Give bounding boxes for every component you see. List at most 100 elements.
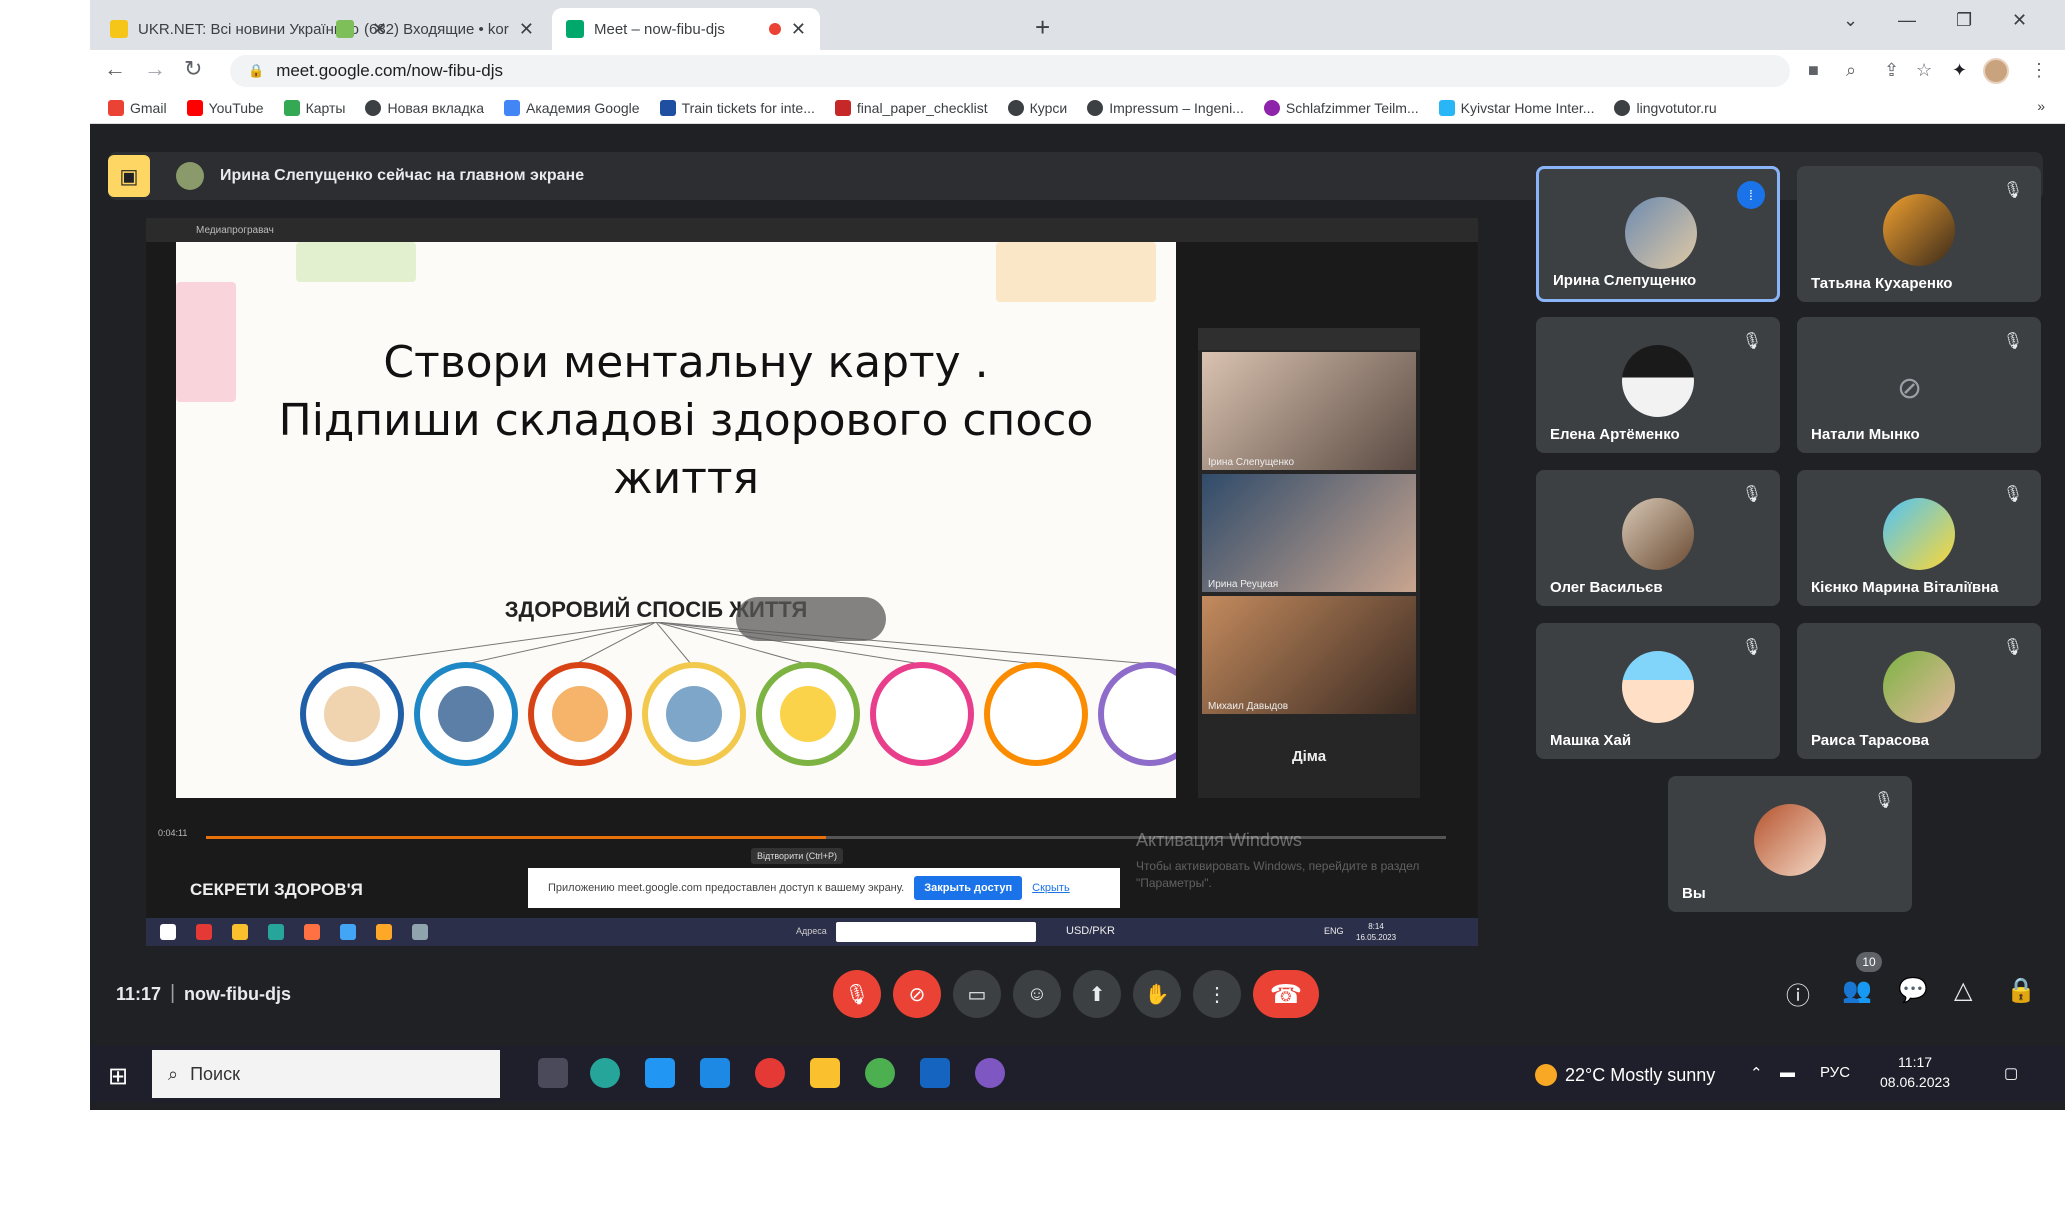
activities-icon[interactable]: △ — [1954, 976, 1972, 1005]
shop-icon — [1263, 99, 1280, 116]
host-controls-icon[interactable]: 🔒 — [2006, 976, 2036, 1005]
file-explorer-icon[interactable] — [810, 1058, 840, 1088]
globe-icon — [1007, 99, 1024, 116]
participant-tile[interactable]: ⊘ 🎙 Натали Мынко — [1797, 317, 2041, 453]
notifications-icon[interactable]: ▢ — [2004, 1064, 2018, 1082]
bookmark-youtube[interactable]: YouTube — [186, 99, 264, 116]
pip-controls[interactable] — [736, 597, 886, 641]
bookmark-checklist[interactable]: final_paper_checklist — [834, 99, 988, 116]
reload-icon[interactable]: ↻ — [184, 56, 202, 82]
bookmark-gmail[interactable]: Gmail — [108, 99, 167, 116]
chat-icon[interactable]: 💬 — [1898, 976, 1928, 1005]
mail-icon[interactable] — [700, 1058, 730, 1088]
minimize-icon[interactable]: — — [1898, 10, 1916, 31]
more-options-button[interactable]: ⋮ — [1193, 970, 1241, 1018]
academy-icon — [503, 99, 520, 116]
participant-tile[interactable]: ⁞ Ирина Слепущенко — [1536, 166, 1780, 302]
bookmark-lingvotutor[interactable]: lingvotutor.ru — [1614, 99, 1717, 116]
address-text: meet.google.com/now-fibu-djs — [276, 61, 503, 80]
self-avatar — [1754, 804, 1826, 876]
ukrnet-icon — [110, 20, 128, 38]
bookmark-maps[interactable]: Карты — [283, 99, 345, 116]
taskbar-clock[interactable]: 11:17 08.06.2023 — [1880, 1052, 1950, 1092]
camera-off-icon: ⊘ — [1897, 372, 1923, 405]
bookmark-kursy[interactable]: Курси — [1007, 99, 1067, 116]
network-icon[interactable]: ▬ — [1780, 1064, 1795, 1081]
mini-participants-panel: Ірина Слепущенко Ирина Реуцкая Михаил Да… — [1198, 328, 1420, 798]
close-window-icon[interactable]: ✕ — [2012, 10, 2027, 31]
camera-toggle-button[interactable]: ⊘ — [893, 970, 941, 1018]
bookmark-impressum[interactable]: Impressum – Ingeni... — [1087, 99, 1244, 116]
tray-chevron-icon[interactable]: ⌃ — [1750, 1064, 1763, 1082]
star-icon[interactable]: ☆ — [1916, 60, 1932, 81]
close-icon[interactable]: ✕ — [519, 19, 534, 40]
hide-notice-link[interactable]: Скрыть — [1032, 882, 1070, 894]
meeting-info-icon[interactable]: ⓘ — [1786, 976, 1810, 1011]
leave-call-button[interactable]: ☎ — [1253, 970, 1319, 1018]
participant-tile[interactable]: 🎙 Олег Васильєв — [1536, 470, 1780, 606]
forward-icon[interactable]: → — [144, 56, 166, 82]
tab-meet[interactable]: Meet – now-fibu-djs ✕ — [552, 8, 820, 50]
close-icon[interactable]: ✕ — [791, 19, 806, 40]
mail-icon — [340, 924, 356, 940]
self-tile[interactable]: 🎙 Вы — [1668, 776, 1912, 912]
new-tab-icon[interactable]: + — [1035, 12, 1050, 43]
maximize-icon[interactable]: ❐ — [1956, 10, 1972, 31]
chrome-icon[interactable] — [865, 1058, 895, 1088]
maps-icon — [283, 99, 300, 116]
hygiene-icon — [552, 686, 608, 742]
bookmark-schlafzimmer[interactable]: Schlafzimmer Teilm... — [1263, 99, 1419, 116]
people-icon[interactable]: 👥 — [1842, 976, 1872, 1005]
share-icon[interactable]: ⇪ — [1884, 60, 1899, 81]
participant-name: Машка Хай — [1550, 732, 1632, 749]
edge-icon[interactable] — [590, 1058, 620, 1088]
participant-avatar — [1622, 651, 1694, 723]
raise-hand-button[interactable]: ✋ — [1133, 970, 1181, 1018]
presentation-icon[interactable]: ▣ — [108, 155, 150, 197]
participant-avatar — [1622, 498, 1694, 570]
address-bar[interactable]: 🔒 meet.google.com/now-fibu-djs — [230, 55, 1790, 87]
mail-icon — [336, 20, 354, 38]
tab-search-icon[interactable]: ⌄ — [1843, 10, 1858, 31]
participant-tile[interactable]: 🎙 Кієнко Марина Віталіївна — [1797, 470, 2041, 606]
reactions-button[interactable]: ☺ — [1013, 970, 1061, 1018]
viber-icon[interactable] — [975, 1058, 1005, 1088]
extensions-icon[interactable]: ✦ — [1952, 60, 1967, 81]
bookmark-academy[interactable]: Академия Google — [503, 99, 640, 116]
participant-tile[interactable]: 🎙 Машка Хай — [1536, 623, 1780, 759]
bookmark-new-tab[interactable]: Новая вкладка — [365, 99, 484, 116]
slide: Створи ментальну карту . Підпиши складов… — [176, 242, 1176, 798]
taskbar-search[interactable]: ⌕ Поиск — [152, 1050, 500, 1098]
seek-tooltip: Відтворити (Ctrl+P) — [751, 848, 843, 864]
zoom-icon[interactable]: ⌕ — [1846, 60, 1856, 81]
profile-avatar[interactable] — [1983, 58, 2009, 84]
participant-tile[interactable]: 🎙 Раиса Тарасова — [1797, 623, 2041, 759]
word-icon[interactable] — [920, 1058, 950, 1088]
mic-toggle-button[interactable]: 🎙 — [833, 970, 881, 1018]
opera-icon[interactable] — [755, 1058, 785, 1088]
bookmark-kyivstar[interactable]: Kyivstar Home Inter... — [1438, 99, 1594, 116]
windows-watermark-title: Активация Windows — [1136, 830, 1302, 850]
bookmark-label: Train tickets for inte... — [681, 99, 815, 116]
bookmarks-more[interactable]: » — [2037, 98, 2045, 114]
captions-button[interactable]: ▭ — [953, 970, 1001, 1018]
bookmark-label: YouTube — [208, 99, 264, 116]
language-indicator[interactable]: РУС — [1820, 1064, 1850, 1081]
camera-icon[interactable]: ■ — [1808, 60, 1819, 81]
store-icon[interactable] — [645, 1058, 675, 1088]
present-button[interactable]: ⬆ — [1073, 970, 1121, 1018]
address-label: Адреса — [796, 926, 827, 936]
task-view-icon[interactable] — [538, 1058, 568, 1088]
menu-icon[interactable]: ⋮ — [2030, 60, 2048, 81]
presenter-avatar — [176, 162, 204, 190]
stop-sharing-button[interactable]: Закрыть доступ — [914, 876, 1023, 900]
bookmark-train[interactable]: Train tickets for inte... — [659, 99, 815, 116]
windows-start-icon[interactable]: ⊞ — [108, 1062, 128, 1091]
browser-toolbar: ← → ↻ 🔒 meet.google.com/now-fibu-djs ■ ⌕… — [90, 50, 2065, 92]
participant-tile[interactable]: 🎙 Елена Артёменко — [1536, 317, 1780, 453]
tab-mail[interactable]: (682) Входящие • koroleva-nv79 ✕ — [322, 8, 548, 50]
back-icon[interactable]: ← — [104, 56, 126, 82]
weather-widget[interactable]: 22°C Mostly sunny — [1535, 1064, 1715, 1086]
participant-tile[interactable]: 🎙 Татьяна Кухаренко — [1797, 166, 2041, 302]
recording-icon — [768, 23, 781, 35]
